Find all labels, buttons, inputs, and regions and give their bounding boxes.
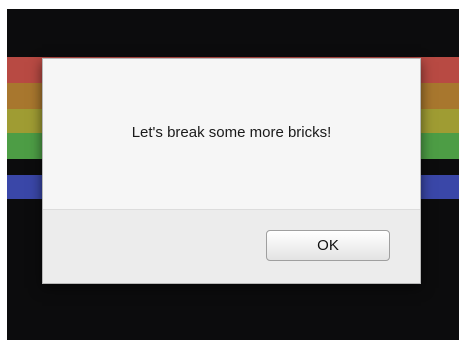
dialog-message: Let's break some more bricks! bbox=[131, 124, 332, 141]
alert-dialog: Let's break some more bricks! OK bbox=[42, 58, 421, 284]
dialog-body: Let's break some more bricks! bbox=[43, 59, 420, 210]
dialog-footer: OK bbox=[43, 210, 420, 283]
ok-button[interactable]: OK bbox=[266, 230, 390, 261]
